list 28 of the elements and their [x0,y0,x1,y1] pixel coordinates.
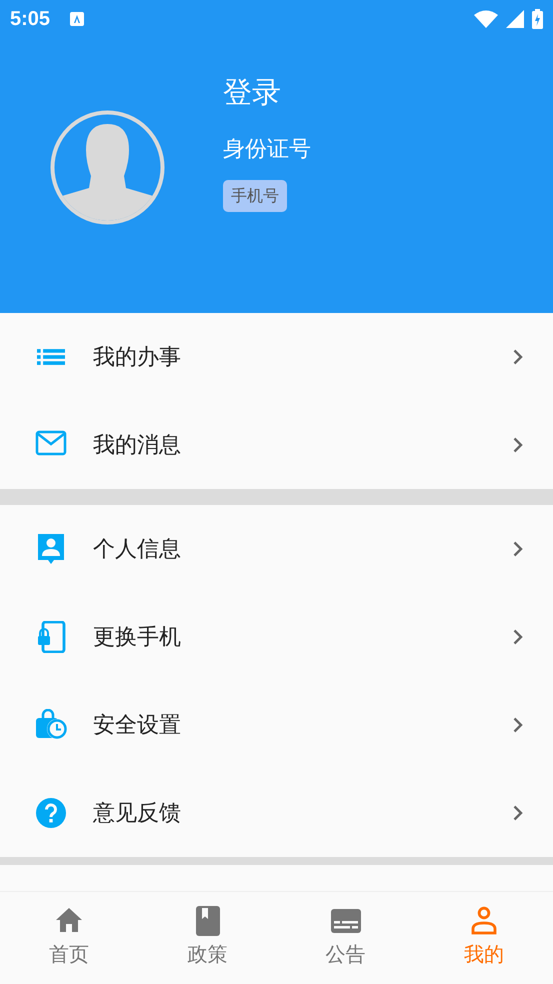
status-time: 5:05 [10,8,50,30]
contact-icon [35,533,67,565]
help-icon [35,797,67,829]
wifi-icon [474,10,498,28]
chevron-right-icon [513,541,523,557]
chevron-right-icon [513,349,523,365]
menu-item[interactable]: 个人信息 [0,505,553,593]
bag-clock-icon [35,709,67,741]
menu-item[interactable]: 安全设置 [0,681,553,769]
chevron-right-icon [513,717,523,733]
chevron-right-icon [513,805,523,821]
phone-tag: 手机号 [223,180,287,212]
menu-item[interactable]: 我的消息 [0,401,553,489]
menu-item[interactable]: 更换手机 [0,593,553,681]
id-number-label: 身份证号 [223,136,311,164]
chevron-right-icon [513,437,523,453]
tab[interactable]: 首页 [0,892,138,984]
signal-icon [506,10,524,28]
battery-icon [532,9,543,29]
tab[interactable]: 政策 [138,892,276,984]
phone-lock-icon [35,621,67,653]
notification-icon [70,12,84,26]
tab[interactable]: 公告 [276,892,415,984]
avatar-icon [50,110,165,225]
list-icon [37,349,65,365]
chevron-right-icon [513,629,523,645]
menu-item[interactable]: 意见反馈 [0,769,553,857]
menu-item[interactable]: 我的办事 [0,313,553,401]
